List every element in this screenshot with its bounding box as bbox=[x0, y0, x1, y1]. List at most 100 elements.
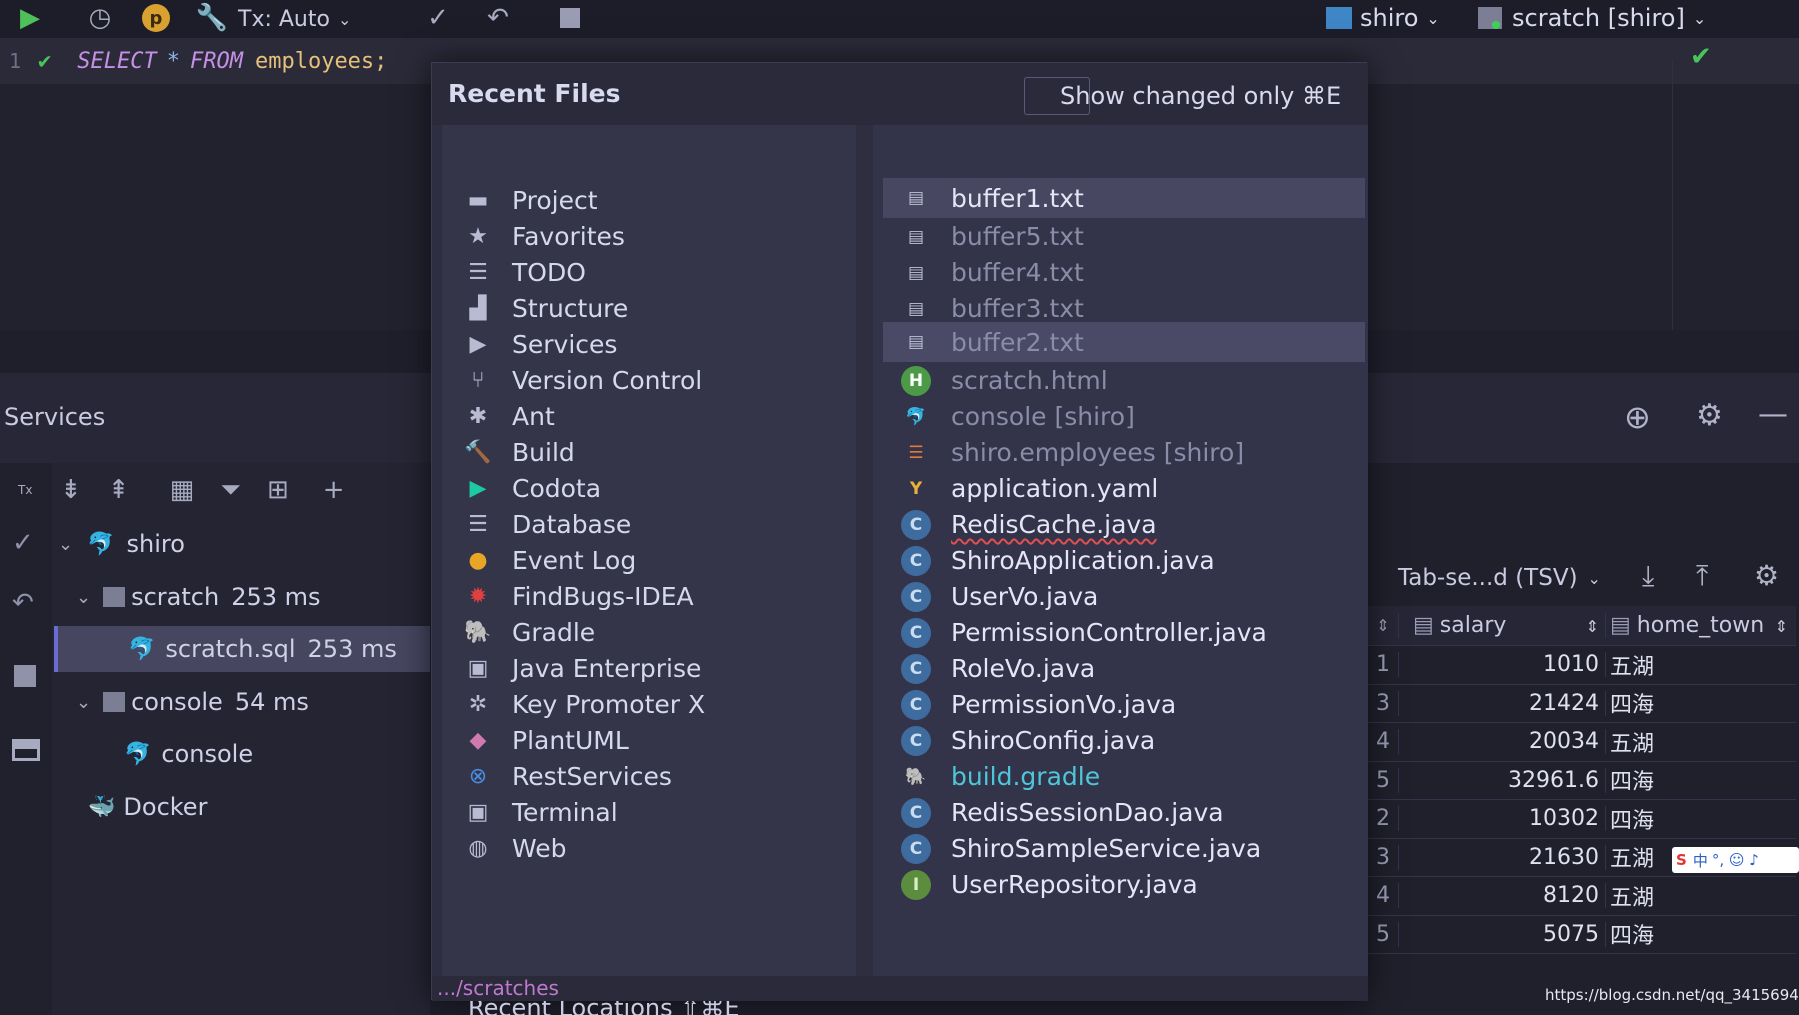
table-row[interactable]: 3 21424 四海 bbox=[1368, 685, 1796, 723]
tree-item-scratch-sql[interactable]: 🐬 scratch.sql 253 ms bbox=[54, 626, 430, 672]
recent-file-buffer4-txt[interactable]: ▤ buffer4.txt bbox=[883, 252, 1365, 293]
commit-icon[interactable]: ✓ bbox=[422, 2, 454, 34]
recent-file-permissioncontroller-java[interactable]: C PermissionController.java bbox=[883, 612, 1365, 653]
recent-file-shirosampleservice-java[interactable]: C ShiroSampleService.java bbox=[883, 828, 1365, 869]
recent-file-rediscache-java[interactable]: C RedisCache.java bbox=[883, 504, 1365, 545]
target-icon[interactable]: ⊕ bbox=[1624, 398, 1651, 436]
salary-cell[interactable]: 8120 bbox=[1398, 883, 1606, 909]
tool-window-item-terminal[interactable]: ▣ Terminal bbox=[464, 792, 844, 832]
recent-file-shiro-employees-shiro[interactable]: ☰ shiro.employees [shiro] bbox=[883, 432, 1365, 473]
recent-file-buffer1-txt[interactable]: ▤ buffer1.txt bbox=[883, 178, 1365, 218]
group-icon[interactable]: ▦ bbox=[170, 475, 195, 505]
column-header-home-town[interactable]: ▤ home_town ⇕ bbox=[1606, 613, 1796, 638]
tree-item-scratch[interactable]: ⌄ scratch 253 ms bbox=[76, 574, 430, 620]
gear-icon[interactable]: ⚙ bbox=[1696, 398, 1723, 433]
tool-window-item-services[interactable]: ▶ Services bbox=[464, 324, 844, 364]
tool-window-item-favorites[interactable]: ★ Favorites bbox=[464, 216, 844, 256]
recent-file-buffer2-txt[interactable]: ▤ buffer2.txt bbox=[883, 322, 1365, 362]
salary-cell[interactable]: 5075 bbox=[1398, 921, 1606, 947]
home-town-cell[interactable]: 四海 bbox=[1606, 687, 1796, 719]
sort-icon[interactable]: ⇕ bbox=[1368, 616, 1398, 635]
session-dropdown[interactable]: scratch [shiro] ⌄ bbox=[1478, 2, 1706, 34]
salary-cell[interactable]: 21424 bbox=[1398, 690, 1606, 716]
recent-file-buffer5-txt[interactable]: ▤ buffer5.txt bbox=[883, 216, 1365, 257]
tool-window-item-ant[interactable]: ✱ Ant bbox=[464, 396, 844, 436]
recent-file-shiroapplication-java[interactable]: C ShiroApplication.java bbox=[883, 540, 1365, 581]
upload-icon[interactable]: ⤒ bbox=[1696, 559, 1708, 593]
recent-file-rolevo-java[interactable]: C RoleVo.java bbox=[883, 648, 1365, 689]
history-icon[interactable]: ◷ bbox=[84, 2, 116, 34]
datasource-dropdown[interactable]: shiro ⌄ bbox=[1326, 2, 1440, 34]
home-town-cell[interactable]: 四海 bbox=[1606, 803, 1796, 835]
show-changed-checkbox[interactable]: Show changed only ⌘E bbox=[1024, 77, 1341, 115]
recent-file-shiroconfig-java[interactable]: C ShiroConfig.java bbox=[883, 720, 1365, 761]
rollback-icon[interactable]: ↶ bbox=[482, 2, 514, 34]
commit-icon[interactable]: ✓ bbox=[12, 528, 34, 558]
download-icon[interactable]: ⤓ bbox=[1642, 559, 1654, 593]
tree-item-docker[interactable]: 🐳 Docker bbox=[88, 784, 430, 830]
tool-window-item-version-control[interactable]: ⑂ Version Control bbox=[464, 360, 844, 400]
recent-file-userrepository-java[interactable]: I UserRepository.java bbox=[883, 864, 1365, 905]
table-row[interactable]: 4 20034 五湖 bbox=[1368, 723, 1796, 762]
add-icon[interactable]: + bbox=[323, 475, 345, 505]
tool-window-item-structure[interactable]: ▟ Structure bbox=[464, 288, 844, 328]
tool-window-item-gradle[interactable]: 🐘 Gradle bbox=[464, 612, 844, 652]
table-row[interactable]: 5 32961.6 四海 bbox=[1368, 762, 1796, 800]
tree-item-console-leaf[interactable]: 🐬 console bbox=[124, 731, 430, 777]
table-row[interactable]: 5 5075 四海 bbox=[1368, 916, 1796, 954]
new-tab-icon[interactable]: ⊞ bbox=[267, 475, 289, 505]
salary-cell[interactable]: 20034 bbox=[1398, 729, 1606, 755]
home-town-cell[interactable]: 五湖 bbox=[1606, 880, 1796, 912]
stop-icon[interactable] bbox=[554, 2, 586, 34]
services-title: Services bbox=[4, 403, 106, 431]
expand-all-icon[interactable]: ⇟ bbox=[60, 475, 82, 505]
recent-file-uservo-java[interactable]: C UserVo.java bbox=[883, 576, 1365, 617]
home-town-cell[interactable]: 四海 bbox=[1606, 918, 1796, 950]
stop-icon[interactable] bbox=[14, 665, 36, 687]
tool-window-item-event-log[interactable]: ● Event Log bbox=[464, 540, 844, 580]
run-icon[interactable]: ▶ bbox=[14, 2, 46, 34]
table-row[interactable]: 2 10302 四海 bbox=[1368, 800, 1796, 839]
table-row[interactable]: 4 8120 五湖 bbox=[1368, 877, 1796, 916]
home-town-cell[interactable]: 四海 bbox=[1606, 764, 1796, 796]
ime-toolbar[interactable]: S 中 °, ☺ ♪ bbox=[1672, 847, 1799, 873]
tool-window-item-plantuml[interactable]: ◆ PlantUML bbox=[464, 720, 844, 760]
recent-file-permissionvo-java[interactable]: C PermissionVo.java bbox=[883, 684, 1365, 725]
layout-icon[interactable] bbox=[12, 739, 40, 761]
tx-mode-dropdown[interactable]: Tx: Auto ⌄ bbox=[238, 4, 351, 34]
salary-cell[interactable]: 32961.6 bbox=[1398, 767, 1606, 793]
recent-file-scratch-html[interactable]: Hscratch.html bbox=[883, 360, 1365, 401]
export-format-dropdown[interactable]: Tab-se...d (TSV) ⌄ bbox=[1398, 561, 1601, 595]
rollback-icon[interactable]: ↶ bbox=[12, 588, 34, 618]
tree-item-shiro[interactable]: ⌄ 🐬 shiro bbox=[58, 521, 430, 567]
recent-file-redissessiondao-java[interactable]: C RedisSessionDao.java bbox=[883, 792, 1365, 833]
tool-window-item-restservices[interactable]: ⊗ RestServices bbox=[464, 756, 844, 796]
tool-window-item-todo[interactable]: ☰ TODO bbox=[464, 252, 844, 292]
tool-window-item-web[interactable]: ◍ Web bbox=[464, 828, 844, 868]
tool-window-item-key-promoter-x[interactable]: ✲ Key Promoter X bbox=[464, 684, 844, 724]
filter-icon[interactable]: ⏷ bbox=[220, 475, 241, 506]
tool-window-item-build[interactable]: 🔨 Build bbox=[464, 432, 844, 472]
tree-item-console[interactable]: ⌄ console 54 ms bbox=[76, 679, 430, 725]
profile-icon[interactable]: p bbox=[140, 2, 172, 34]
home-town-cell[interactable]: 五湖 bbox=[1606, 726, 1796, 758]
tool-window-item-codota[interactable]: ▶ Codota bbox=[464, 468, 844, 508]
tx-small-label[interactable]: Tx bbox=[18, 483, 32, 497]
salary-cell[interactable]: 10302 bbox=[1398, 806, 1606, 832]
minimize-icon[interactable]: — bbox=[1758, 397, 1788, 432]
home-town-cell[interactable]: 五湖 bbox=[1606, 649, 1796, 681]
tool-window-item-project[interactable]: ▬ Project bbox=[464, 180, 844, 220]
column-header-salary[interactable]: ▤ salary ⇕ bbox=[1398, 613, 1606, 638]
table-row[interactable]: 1 1010 五湖 bbox=[1368, 646, 1796, 685]
recent-file-console-shiro[interactable]: 🐬 console [shiro] bbox=[883, 396, 1365, 437]
salary-cell[interactable]: 1010 bbox=[1398, 652, 1606, 678]
recent-file-application-yaml[interactable]: Yapplication.yaml bbox=[883, 468, 1365, 509]
gear-icon[interactable]: ⚙ bbox=[1754, 559, 1779, 592]
collapse-all-icon[interactable]: ⇞ bbox=[108, 475, 130, 505]
salary-cell[interactable]: 21630 bbox=[1398, 844, 1606, 870]
recent-file-build-gradle[interactable]: 🐘 build.gradle bbox=[883, 756, 1365, 797]
wrench-icon[interactable]: 🔧 bbox=[196, 2, 228, 34]
tool-window-item-findbugs-idea[interactable]: ✹ FindBugs-IDEA bbox=[464, 576, 844, 616]
tool-window-item-database[interactable]: ☰ Database bbox=[464, 504, 844, 544]
tool-window-item-java-enterprise[interactable]: ▣ Java Enterprise bbox=[464, 648, 844, 688]
